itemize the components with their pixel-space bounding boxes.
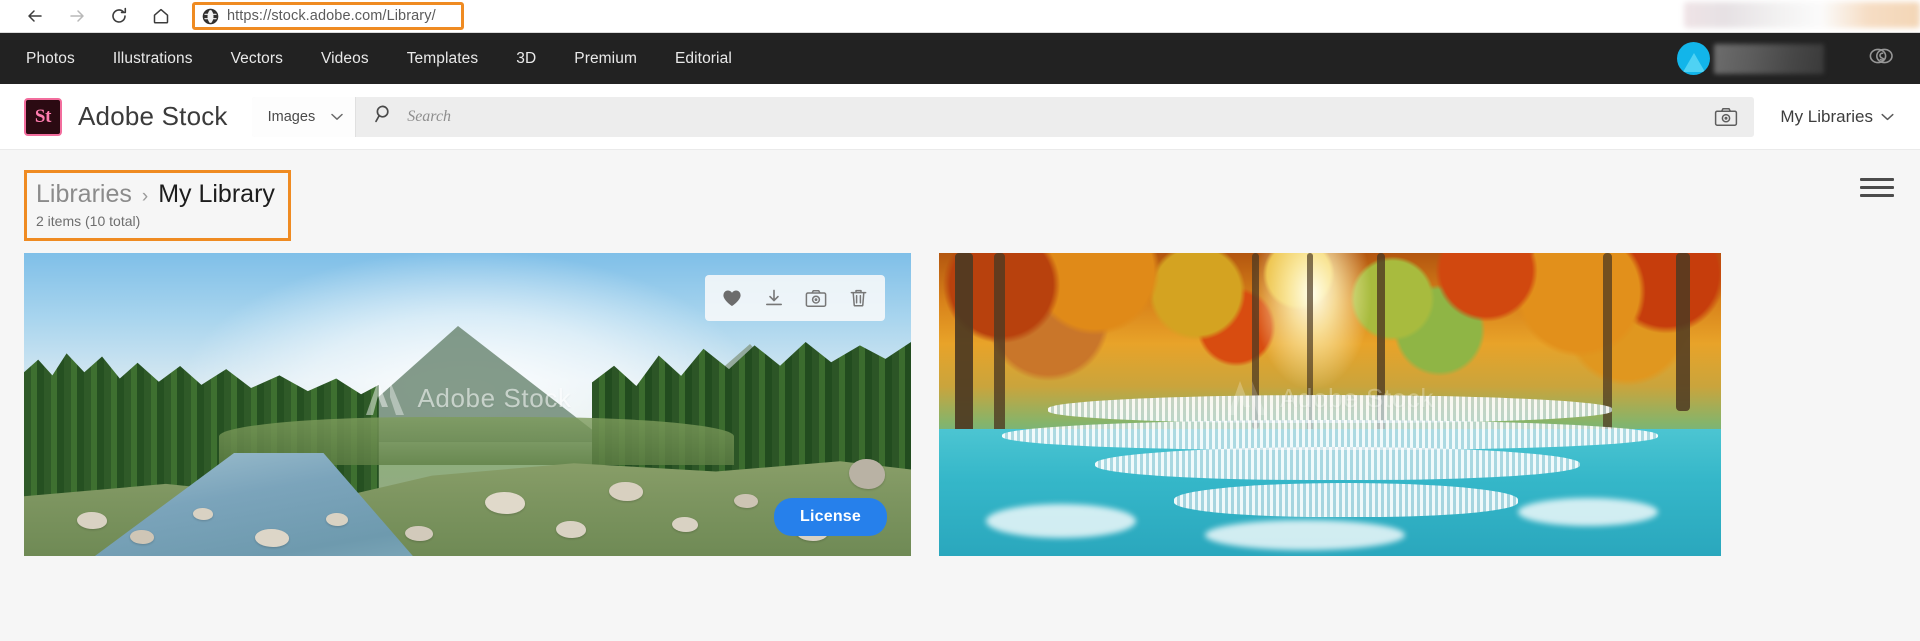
breadcrumb: Libraries › My Library 2 items (10 total… (24, 170, 291, 241)
nav-item-3d[interactable]: 3D (497, 50, 555, 68)
address-bar[interactable]: https://stock.adobe.com/Library/ (192, 2, 464, 30)
home-button[interactable] (140, 1, 182, 31)
redacted-profile-region (1684, 2, 1920, 28)
global-nav-right (1677, 42, 1920, 75)
adobe-global-nav: Photos Illustrations Vectors Videos Temp… (0, 33, 1920, 84)
reload-button[interactable] (98, 1, 140, 31)
adobe-stock-logo-icon[interactable]: St (24, 97, 62, 136)
breadcrumb-line: Libraries › My Library (36, 180, 275, 209)
waterfall-terrace (1095, 446, 1581, 481)
breadcrumb-separator: › (141, 186, 149, 207)
chevron-down-icon (331, 110, 343, 124)
adobe-stock-wordmark[interactable]: Adobe Stock (78, 101, 228, 132)
creative-cloud-icon[interactable] (1868, 45, 1894, 72)
nav-item-templates[interactable]: Templates (388, 50, 498, 68)
my-libraries-label: My Libraries (1780, 106, 1873, 126)
nav-item-editorial[interactable]: Editorial (656, 50, 751, 68)
water-foam (1204, 519, 1405, 550)
adobe-stock-header: St Adobe Stock Images Search My Librarie… (0, 84, 1920, 150)
item-count-text: 2 items (10 total) (36, 213, 141, 229)
find-similar-camera-icon[interactable] (799, 283, 833, 313)
globe-icon (202, 8, 219, 25)
nav-item-illustrations[interactable]: Illustrations (94, 50, 212, 68)
waterfall-terrace (1001, 419, 1659, 450)
nav-item-vectors[interactable]: Vectors (212, 50, 302, 68)
chevron-down-icon (1881, 110, 1894, 124)
page-title: My Library (158, 180, 275, 208)
category-select[interactable]: Images (251, 96, 357, 137)
water-foam (985, 503, 1136, 538)
hamburger-menu-icon[interactable] (1860, 170, 1894, 200)
breadcrumb-libraries-link[interactable]: Libraries (36, 180, 132, 209)
hamburger-line (1860, 193, 1894, 197)
nav-item-photos[interactable]: Photos (22, 50, 94, 68)
library-content: Libraries › My Library 2 items (10 total… (0, 150, 1920, 641)
asset-grid: Adobe Stock License Adobe Stock (0, 241, 1920, 556)
asset-card-autumn-waterfall[interactable]: Adobe Stock (939, 253, 1721, 556)
hamburger-line (1860, 185, 1894, 189)
category-select-value: Images (267, 108, 316, 125)
back-button[interactable] (14, 1, 56, 31)
asset-thumbnail[interactable]: Adobe Stock (939, 253, 1721, 556)
global-nav-items: Photos Illustrations Vectors Videos Temp… (0, 50, 751, 68)
forward-button[interactable] (56, 1, 98, 31)
nav-item-premium[interactable]: Premium (555, 50, 656, 68)
tree-trunk (1675, 253, 1690, 411)
delete-trash-icon[interactable] (841, 283, 875, 313)
my-libraries-dropdown[interactable]: My Libraries (1780, 107, 1894, 127)
favorite-heart-icon[interactable] (715, 283, 749, 313)
browser-toolbar: https://stock.adobe.com/Library/ (0, 0, 1920, 33)
search-input[interactable]: Search (356, 96, 1699, 137)
asset-thumbnail[interactable]: Adobe Stock (24, 253, 911, 556)
visual-search-camera-icon[interactable] (1698, 96, 1755, 137)
asset-card-mountain-river[interactable]: Adobe Stock License (24, 253, 911, 556)
asset-hover-toolbar (705, 275, 885, 321)
avatar[interactable] (1677, 42, 1710, 75)
url-text: https://stock.adobe.com/Library/ (227, 8, 436, 24)
download-icon[interactable] (757, 283, 791, 313)
browser-nav-buttons (0, 1, 182, 31)
waterfall-terrace (1048, 395, 1612, 423)
water-foam (1518, 497, 1659, 526)
username-redacted (1714, 43, 1824, 74)
search-bar: Images Search (251, 96, 1755, 137)
breadcrumb-row: Libraries › My Library 2 items (10 total… (0, 150, 1920, 241)
search-icon (374, 104, 394, 129)
search-placeholder: Search (407, 107, 452, 125)
logo-initials: St (34, 105, 52, 127)
nav-item-videos[interactable]: Videos (302, 50, 388, 68)
waterfall-terrace (1173, 483, 1518, 517)
hamburger-line (1860, 177, 1894, 181)
license-button[interactable]: License (774, 498, 887, 536)
